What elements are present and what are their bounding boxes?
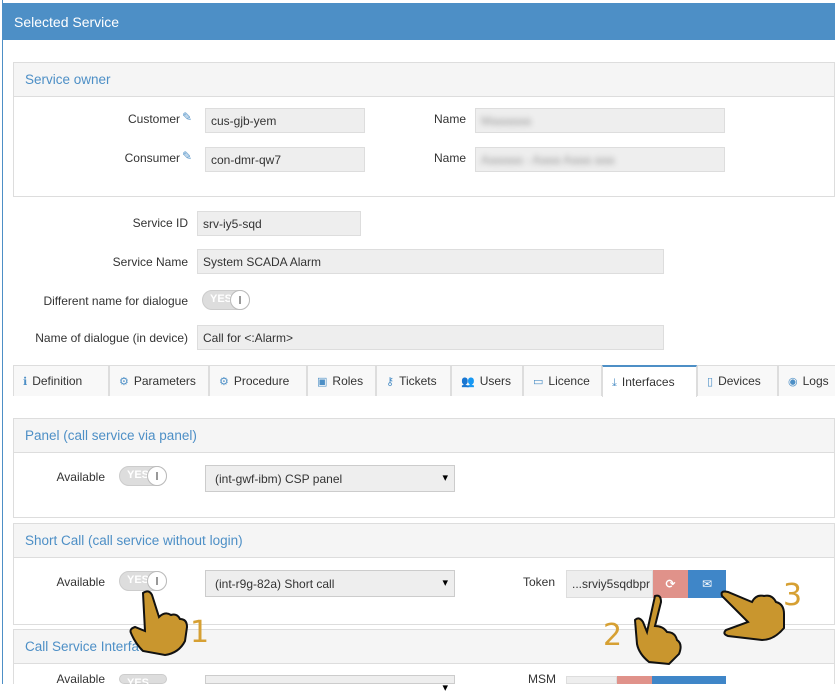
left-border <box>2 0 3 684</box>
msm-email-button[interactable] <box>652 676 726 684</box>
different-name-toggle[interactable]: YES <box>202 290 250 310</box>
annotation-2: 2 <box>603 618 623 653</box>
short-call-interface-select[interactable]: (int-r9g-82a) Short call <box>205 570 455 597</box>
tab-label: Procedure <box>233 374 290 388</box>
tab-label: Logs <box>802 374 829 388</box>
refresh-icon: ⟳ <box>665 577 676 591</box>
msm-refresh-button[interactable] <box>617 676 652 684</box>
tab-label: Tickets <box>399 374 437 388</box>
csi-available-toggle[interactable]: YES <box>119 674 167 689</box>
tab-label: Devices <box>718 374 761 388</box>
mobile-icon: ▯ <box>707 376 714 388</box>
tab-roles[interactable]: ▣ Roles <box>307 365 376 396</box>
toggle-label: YES <box>127 469 150 481</box>
service-id-field: srv-iy5-sqd <box>197 211 361 236</box>
tab-procedure[interactable]: ⚙ Procedure <box>209 365 307 396</box>
eye-icon: ◉ <box>788 376 798 388</box>
toggle-label: YES <box>210 293 233 305</box>
toggle-knob <box>147 466 167 486</box>
credit-card-icon: ▭ <box>533 376 544 388</box>
service-name-label: Service Name <box>112 255 188 269</box>
tab-definition[interactable]: ℹ Definition <box>13 365 109 396</box>
short-call-title: Short Call (call service without login) <box>14 524 834 558</box>
tab-devices[interactable]: ▯ Devices <box>697 365 778 396</box>
briefcase-icon: ▣ <box>317 376 328 388</box>
download-icon: ⤓ <box>612 377 617 389</box>
header-title: Selected Service <box>14 14 120 30</box>
msm-field <box>566 676 617 684</box>
service-owner-title: Service owner <box>14 63 834 97</box>
dialog-name-field[interactable]: Call for <:Alarm> <box>197 325 664 350</box>
name-label: Name <box>434 151 467 165</box>
pointing-hand-icon <box>129 590 189 657</box>
available-label: Available <box>56 470 105 484</box>
tab-label: Interfaces <box>621 375 675 389</box>
service-name-field[interactable]: System SCADA Alarm <box>197 249 664 274</box>
tab-label: Definition <box>32 374 83 388</box>
envelope-icon: ✉ <box>701 577 713 591</box>
consumer-name-value: Aaaaaa - Aaaa Aaaa aaa <box>481 153 615 167</box>
gear-icon: ⚙ <box>119 376 129 388</box>
tab-label: Parameters <box>133 374 196 388</box>
annotation-3: 3 <box>783 578 803 613</box>
available-label: Available <box>56 575 105 589</box>
token-label: Token <box>523 575 556 589</box>
panel-available-toggle[interactable]: YES <box>119 466 167 486</box>
tab-interfaces[interactable]: ⤓ Interfaces <box>602 365 697 397</box>
pointing-hand-icon <box>720 590 785 642</box>
tab-users[interactable]: 👥 Users <box>451 365 523 396</box>
toggle-label: YES <box>127 677 150 689</box>
csi-interface-select[interactable] <box>205 675 455 694</box>
info-circle-icon: ℹ <box>23 376 28 388</box>
panel-title: Panel (call service via panel) <box>14 419 834 453</box>
users-icon: 👥 <box>461 376 475 388</box>
customer-field[interactable]: cus-gjb-yem <box>205 108 365 133</box>
tab-tickets[interactable]: ⚷ Tickets <box>376 365 451 396</box>
consumer-label: Consumer <box>124 151 180 165</box>
tab-bar: ℹ Definition ⚙ Parameters ⚙ Procedure ▣ Roles ⚷ T… <box>13 365 835 397</box>
customer-name-field: Maaaaaa <box>475 108 725 133</box>
name-label: Name <box>434 112 467 126</box>
pointing-hand-icon <box>633 594 682 666</box>
pencil-icon[interactable]: ✎ <box>182 149 192 163</box>
tab-label: Users <box>479 374 512 388</box>
dialog-name-label: Name of dialogue (in device) <box>35 331 188 345</box>
customer-label: Customer <box>127 112 180 126</box>
different-name-label: Different name for dialogue <box>43 294 188 308</box>
page-header: Selected Service <box>3 3 835 40</box>
tab-logs[interactable]: ◉ Logs <box>778 365 835 396</box>
annotation-1: 1 <box>190 615 210 650</box>
customer-name-value: Maaaaaa <box>481 114 532 128</box>
toggle-knob <box>230 290 250 310</box>
tab-licence[interactable]: ▭ Licence <box>523 365 602 396</box>
pencil-icon[interactable]: ✎ <box>182 110 192 124</box>
panel-interface-select[interactable]: (int-gwf-ibm) CSP panel <box>205 465 455 492</box>
tab-parameters[interactable]: ⚙ Parameters <box>109 365 209 396</box>
consumer-field[interactable]: con-dmr-qw7 <box>205 147 365 172</box>
gears-icon: ⚙ <box>219 376 229 388</box>
service-id-label: Service ID <box>132 216 188 230</box>
tab-label: Roles <box>332 374 364 388</box>
key-icon: ⚷ <box>386 376 395 388</box>
consumer-name-field: Aaaaaa - Aaaa Aaaa aaa <box>475 147 725 172</box>
tab-label: Licence <box>548 374 590 388</box>
